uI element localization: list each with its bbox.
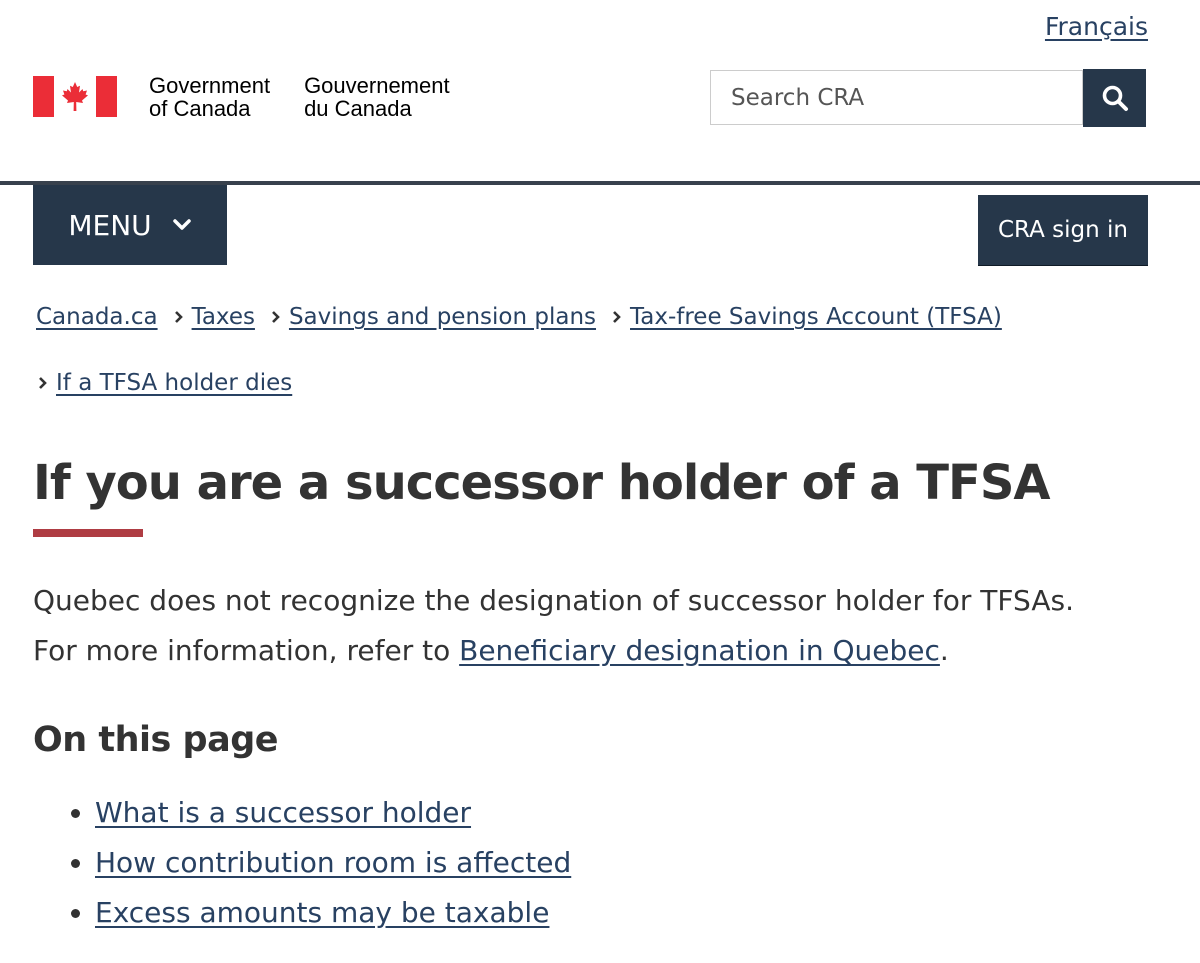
- toc-link-excess-amounts[interactable]: Excess amounts may be taxable: [95, 896, 549, 929]
- chevron-right-icon: [38, 376, 48, 390]
- canada-flag-icon: [33, 76, 117, 117]
- breadcrumb-item: Canada.ca: [36, 304, 158, 330]
- intro-text-line1: Quebec does not recognize the designatio…: [33, 584, 1074, 617]
- breadcrumb-item: Savings and pension plans: [271, 304, 596, 330]
- breadcrumb-item: Taxes: [174, 304, 255, 330]
- chevron-down-icon: [172, 218, 192, 232]
- government-signature[interactable]: Government of Canada Gouvernement du Can…: [33, 74, 450, 120]
- breadcrumb-link-holder-dies[interactable]: If a TFSA holder dies: [56, 370, 292, 396]
- chevron-right-icon: [174, 310, 184, 324]
- toc-link-what-is-successor[interactable]: What is a successor holder: [95, 796, 471, 829]
- signature-french: Gouvernement du Canada: [304, 74, 450, 120]
- on-this-page-list: What is a successor holder How contribut…: [58, 788, 571, 938]
- chevron-right-icon: [612, 310, 622, 324]
- breadcrumb-row: Canada.ca Taxes Savings and pension plan…: [36, 304, 1002, 330]
- breadcrumb-item: Tax-free Savings Account (TFSA): [612, 304, 1002, 330]
- list-item: How contribution room is affected: [95, 838, 571, 888]
- breadcrumb-link-canada[interactable]: Canada.ca: [36, 304, 158, 330]
- breadcrumb-link-taxes[interactable]: Taxes: [192, 304, 255, 330]
- search-form: [710, 69, 1146, 127]
- signature-fr-line2: du Canada: [304, 96, 412, 121]
- search-button[interactable]: [1083, 69, 1146, 127]
- list-item: What is a successor holder: [95, 788, 571, 838]
- toc-link-contribution-room[interactable]: How contribution room is affected: [95, 846, 571, 879]
- search-icon: [1101, 84, 1129, 112]
- signature-fr-line1: Gouvernement: [304, 73, 450, 98]
- menu-label: MENU: [68, 208, 152, 242]
- signature-en-line1: Government: [149, 73, 271, 98]
- intro-text-suffix: .: [939, 634, 949, 667]
- signature-english: Government of Canada: [149, 74, 270, 120]
- intro-text-prefix: For more information, refer to: [33, 634, 460, 667]
- signature-en-line2: of Canada: [149, 96, 251, 121]
- breadcrumb-link-savings[interactable]: Savings and pension plans: [289, 304, 596, 330]
- page-title: If you are a successor holder of a TFSA: [33, 455, 1051, 511]
- intro-paragraph: Quebec does not recognize the designatio…: [33, 576, 1173, 676]
- cra-sign-in-button[interactable]: CRA sign in: [978, 195, 1148, 265]
- beneficiary-designation-link[interactable]: Beneficiary designation in Quebec: [459, 634, 940, 667]
- breadcrumb-row: If a TFSA holder dies: [38, 370, 292, 396]
- search-input[interactable]: [710, 70, 1083, 125]
- title-accent-bar: [33, 529, 143, 537]
- menu-button[interactable]: MENU: [33, 185, 227, 265]
- list-item: Excess amounts may be taxable: [95, 888, 571, 938]
- language-toggle-link[interactable]: Français: [1045, 12, 1148, 41]
- toc-heading: On this page: [33, 720, 278, 760]
- breadcrumb-link-tfsa[interactable]: Tax-free Savings Account (TFSA): [630, 304, 1002, 330]
- chevron-right-icon: [271, 310, 281, 324]
